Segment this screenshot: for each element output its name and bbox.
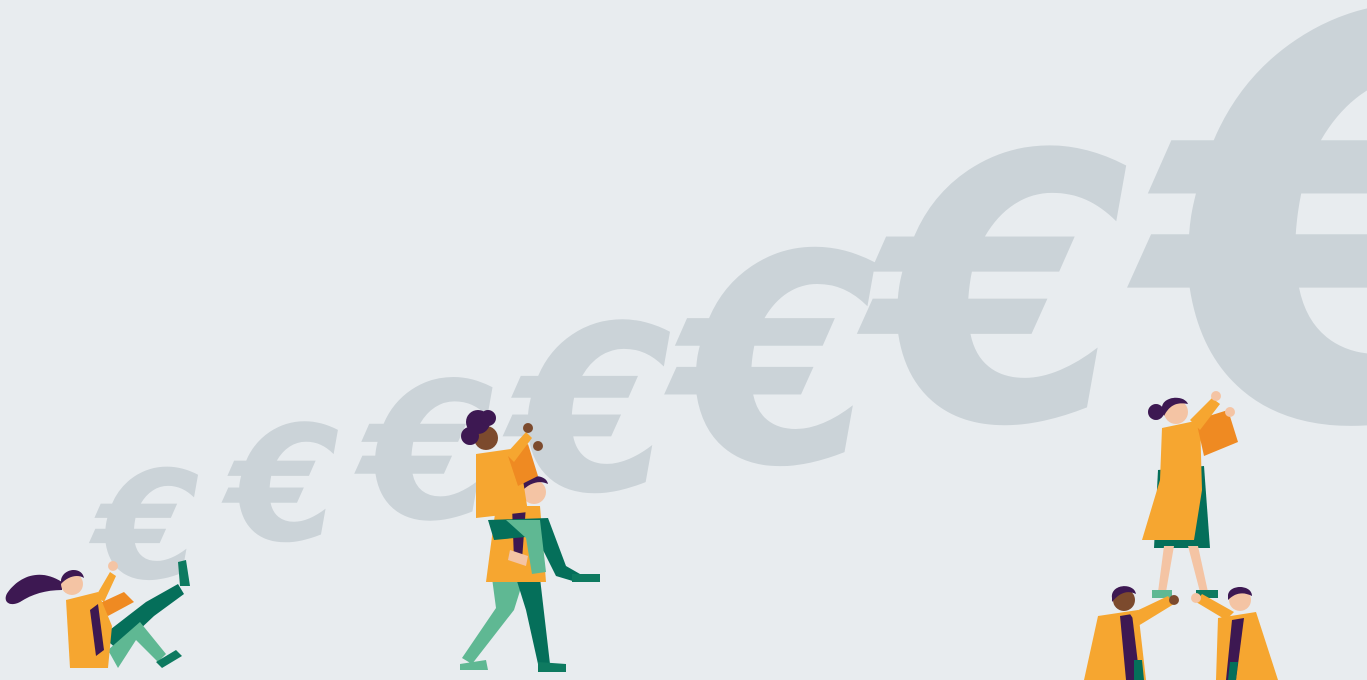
euro-symbol-icon: € [855, 78, 1130, 508]
euro-symbol-icon: € [1124, 0, 1367, 551]
euro-symbol-icon: € [502, 278, 672, 545]
euro-symbol-icon: € [354, 342, 494, 563]
euro-symbol-icon: € [662, 194, 877, 531]
euro-symbol-icon: € [221, 391, 339, 578]
illustration-scene: € € € € € € € [0, 0, 1367, 680]
